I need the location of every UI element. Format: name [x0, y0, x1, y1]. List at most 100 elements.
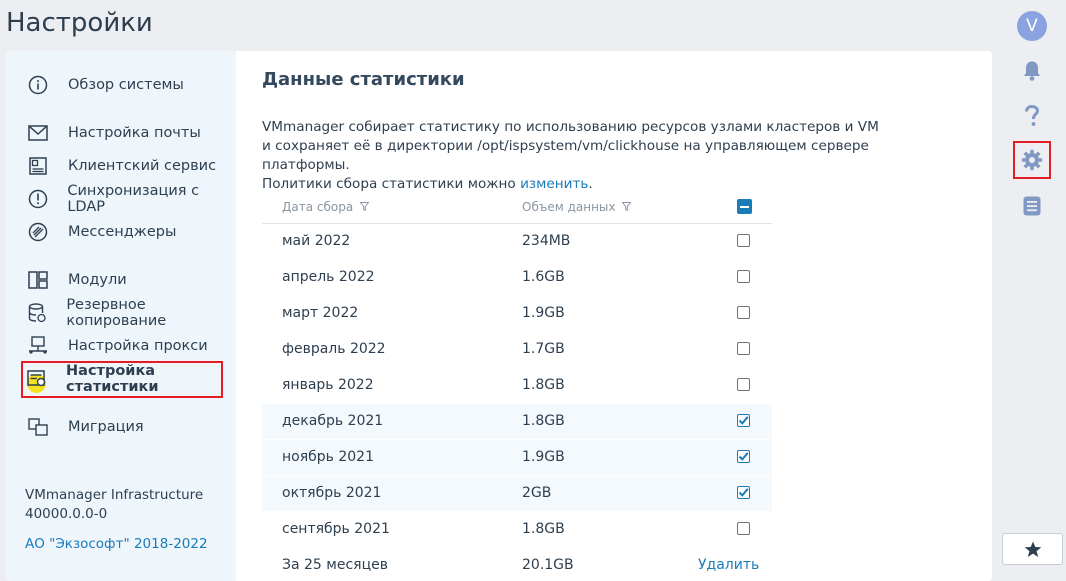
- main-content: Данные статистики VMmanager собирает ста…: [262, 51, 992, 581]
- database-icon: [27, 302, 47, 324]
- settings-icon[interactable]: [1020, 148, 1044, 172]
- row-size: 1.7GB: [522, 341, 565, 357]
- sidebar-item-ldap[interactable]: Синхронизация с LDAP: [22, 183, 236, 215]
- footer-total: 20.1GB: [522, 557, 574, 573]
- row-date: январь 2022: [282, 377, 374, 393]
- table-header: Дата сбора Объем данных: [262, 189, 772, 224]
- row-checkbox[interactable]: [737, 486, 750, 499]
- page-title: Настройки: [6, 8, 153, 38]
- filter-icon[interactable]: [359, 202, 370, 212]
- sidebar-item-label: Мессенджеры: [68, 224, 177, 240]
- select-all-checkbox[interactable]: [737, 199, 752, 214]
- column-size-label: Объем данных: [522, 200, 616, 214]
- sidebar-item-label: Настройка почты: [68, 125, 201, 141]
- avatar[interactable]: V: [1017, 11, 1047, 41]
- star-icon: [1024, 541, 1041, 557]
- sidebar-item-label: Клиентский сервис: [68, 158, 217, 174]
- description: VMmanager собирает статистику по использ…: [262, 118, 952, 194]
- sidebar-item-label: Модули: [68, 272, 127, 288]
- row-date: декабрь 2021: [282, 413, 384, 429]
- row-size: 2GB: [522, 485, 552, 501]
- check-icon: [738, 452, 749, 461]
- row-date: март 2022: [282, 305, 359, 321]
- table-footer: За 25 месяцев 20.1GB Удалить: [262, 548, 772, 581]
- sidebar-item-label: Резервное копирование: [66, 297, 167, 329]
- filter-icon[interactable]: [621, 202, 632, 212]
- messenger-icon: [27, 221, 49, 243]
- table-row[interactable]: февраль 2022 1.7GB: [262, 332, 772, 368]
- row-date: ноябрь 2021: [282, 449, 374, 465]
- check-icon: [738, 416, 749, 425]
- table-row[interactable]: май 2022 234MB: [262, 224, 772, 260]
- delete-button[interactable]: Удалить: [698, 557, 759, 573]
- statistics-table: Дата сбора Объем данных май 2022 234MB апр…: [262, 189, 772, 581]
- info-icon: [27, 74, 49, 96]
- table-row[interactable]: сентябрь 2021 1.8GB: [262, 512, 772, 548]
- row-checkbox[interactable]: [737, 414, 750, 427]
- sidebar-item-modules[interactable]: Модули: [22, 265, 127, 295]
- settings-card: Обзор системы Настройка почты Клиентский…: [6, 51, 992, 581]
- row-size: 1.6GB: [522, 269, 565, 285]
- help-icon[interactable]: [1020, 104, 1044, 128]
- row-checkbox[interactable]: [737, 450, 750, 463]
- sidebar-item-backup[interactable]: Резервное копирование: [22, 297, 236, 329]
- sidebar-item-mail[interactable]: Настройка почты: [22, 118, 201, 148]
- table-row[interactable]: декабрь 2021 1.8GB: [262, 404, 772, 440]
- description-line: VMmanager собирает статистику по использ…: [262, 119, 879, 135]
- product-version: 40000.0.0-0: [25, 506, 108, 522]
- table-row[interactable]: ноябрь 2021 1.9GB: [262, 440, 772, 476]
- sidebar-item-client-service[interactable]: Клиентский сервис: [22, 151, 216, 181]
- row-checkbox[interactable]: [737, 234, 750, 247]
- table-row[interactable]: январь 2022 1.8GB: [262, 368, 772, 404]
- sidebar-item-label: Миграция: [68, 419, 144, 435]
- modules-icon: [27, 269, 49, 291]
- table-row[interactable]: октябрь 2021 2GB: [262, 476, 772, 512]
- migration-icon: [27, 416, 49, 438]
- sidebar-item-proxy[interactable]: Настройка прокси: [22, 331, 208, 361]
- row-checkbox[interactable]: [737, 306, 750, 319]
- row-checkbox[interactable]: [737, 270, 750, 283]
- row-size: 1.9GB: [522, 449, 565, 465]
- table-body: май 2022 234MB апрель 2022 1.6GB март 2022 1.…: [262, 224, 772, 548]
- row-checkbox[interactable]: [737, 378, 750, 391]
- sidebar-item-migration[interactable]: Миграция: [22, 412, 144, 442]
- client-service-icon: [27, 155, 49, 177]
- column-size-header[interactable]: Объем данных: [522, 200, 632, 214]
- alert-icon: [27, 188, 48, 210]
- row-date: сентябрь 2021: [282, 521, 390, 537]
- row-date: октябрь 2021: [282, 485, 382, 501]
- row-size: 1.8GB: [522, 521, 565, 537]
- table-row[interactable]: март 2022 1.9GB: [262, 296, 772, 332]
- copyright-link[interactable]: АО "Экзософт" 2018-2022: [25, 536, 208, 552]
- sidebar: Обзор системы Настройка почты Клиентский…: [6, 51, 236, 581]
- table-row[interactable]: апрель 2022 1.6GB: [262, 260, 772, 296]
- section-title: Данные статистики: [262, 69, 465, 90]
- proxy-icon: [27, 335, 49, 357]
- sidebar-item-messengers[interactable]: Мессенджеры: [22, 217, 176, 247]
- row-checkbox[interactable]: [737, 522, 750, 535]
- bell-icon[interactable]: [1020, 59, 1044, 83]
- footer-label: За 25 месяцев: [282, 557, 388, 573]
- right-toolbar: V: [1000, 0, 1066, 567]
- sidebar-item-label: Синхронизация с LDAP: [67, 183, 200, 215]
- highlight-box: [21, 361, 223, 398]
- row-date: май 2022: [282, 233, 351, 249]
- row-size: 1.8GB: [522, 377, 565, 393]
- row-date: февраль 2022: [282, 341, 386, 357]
- row-checkbox[interactable]: [737, 342, 750, 355]
- description-line: и сохраняет её в директории /opt/ispsyst…: [262, 138, 869, 173]
- row-size: 234MB: [522, 233, 571, 249]
- sidebar-item-overview[interactable]: Обзор системы: [22, 70, 184, 100]
- mail-icon: [27, 122, 49, 144]
- row-date: апрель 2022: [282, 269, 375, 285]
- row-size: 1.9GB: [522, 305, 565, 321]
- sidebar-item-label: Обзор системы: [68, 77, 184, 93]
- row-size: 1.8GB: [522, 413, 565, 429]
- check-icon: [738, 488, 749, 497]
- column-date-header[interactable]: Дата сбора: [282, 200, 370, 214]
- favorites-button[interactable]: [1002, 533, 1063, 565]
- list-icon[interactable]: [1020, 194, 1044, 218]
- column-date-label: Дата сбора: [282, 200, 354, 214]
- product-name: VMmanager Infrastructure: [25, 487, 204, 503]
- sidebar-item-label: Настройка прокси: [68, 338, 208, 354]
